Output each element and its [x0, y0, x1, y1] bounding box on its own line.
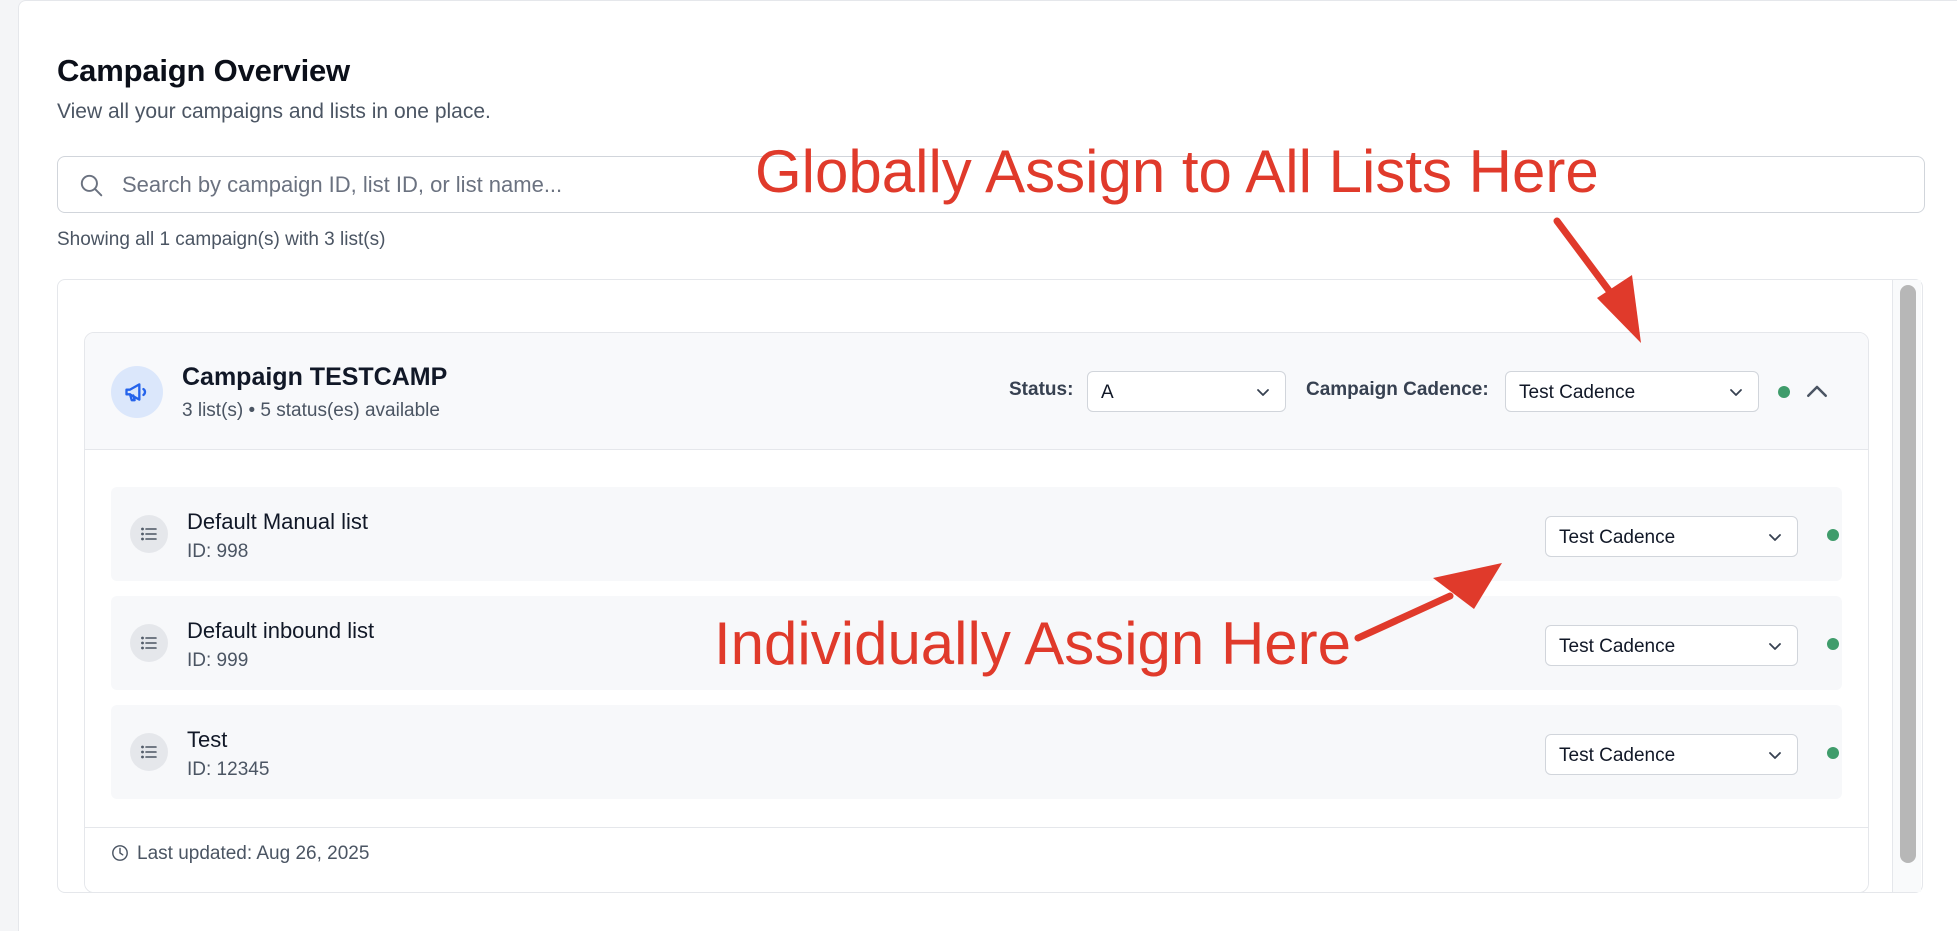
chevron-down-icon [1257, 389, 1269, 396]
list-status-dot [1827, 529, 1839, 541]
list-cadence-value: Test Cadence [1559, 527, 1676, 548]
list-status-dot [1827, 638, 1839, 650]
campaign-avatar [111, 366, 163, 418]
status-select-value: A [1101, 382, 1114, 403]
campaign-card: Campaign TESTCAMP 3 list(s) • 5 status(e… [84, 332, 1869, 893]
list-icon [141, 745, 157, 759]
list-icon [141, 527, 157, 541]
list-id: ID: 998 [187, 541, 249, 562]
list-cadence-select[interactable]: Test Cadence [1545, 734, 1798, 775]
list-cadence-value: Test Cadence [1559, 745, 1676, 766]
list-id: ID: 999 [187, 650, 249, 671]
campaign-cadence-label: Campaign Cadence: [1306, 379, 1489, 400]
chevron-down-icon [1769, 534, 1781, 541]
chevron-down-icon [1730, 389, 1742, 396]
list-icon-badge [130, 515, 168, 553]
result-count: Showing all 1 campaign(s) with 3 list(s) [57, 229, 386, 250]
list-name: Default Manual list [187, 509, 368, 534]
list-icon [141, 636, 157, 650]
chevron-down-icon [1769, 752, 1781, 759]
list-icon-badge [130, 733, 168, 771]
scrollbar-thumb[interactable] [1900, 285, 1916, 863]
search-box[interactable] [57, 156, 1925, 213]
list-cadence-select[interactable]: Test Cadence [1545, 625, 1798, 666]
page-subtitle: View all your campaigns and lists in one… [57, 100, 491, 123]
list-row: Default Manual list ID: 998 Test Cadence [111, 487, 1842, 581]
campaign-status-dot [1778, 386, 1790, 398]
campaign-cadence-value: Test Cadence [1519, 382, 1636, 403]
list-name: Default inbound list [187, 618, 375, 643]
campaign-name: Campaign TESTCAMP [182, 363, 448, 391]
clock-icon [112, 845, 128, 861]
list-icon-badge [130, 624, 168, 662]
chevron-up-icon[interactable] [1802, 377, 1832, 407]
campaign-meta: 3 list(s) • 5 status(es) available [182, 400, 440, 421]
list-row: Test ID: 12345 Test Cadence [111, 705, 1842, 799]
search-input[interactable] [122, 157, 1882, 212]
list-name: Test [187, 727, 228, 752]
list-row: Default inbound list ID: 999 Test Cadenc… [111, 596, 1842, 690]
list-cadence-select[interactable]: Test Cadence [1545, 516, 1798, 557]
megaphone-icon [125, 383, 147, 402]
last-updated: Last updated: Aug 26, 2025 [137, 843, 370, 864]
status-label: Status: [1009, 379, 1074, 400]
search-icon [80, 174, 103, 197]
campaign-footer: Last updated: Aug 26, 2025 [85, 827, 1868, 892]
page-title: Campaign Overview [57, 53, 350, 88]
list-status-dot [1827, 747, 1839, 759]
list-cadence-value: Test Cadence [1559, 636, 1676, 657]
campaign-header[interactable]: Campaign TESTCAMP 3 list(s) • 5 status(e… [85, 333, 1868, 450]
list-id: ID: 12345 [187, 759, 270, 780]
chevron-down-icon [1769, 643, 1781, 650]
campaign-cadence-select[interactable]: Test Cadence [1505, 371, 1759, 412]
status-select[interactable]: A [1087, 371, 1286, 412]
